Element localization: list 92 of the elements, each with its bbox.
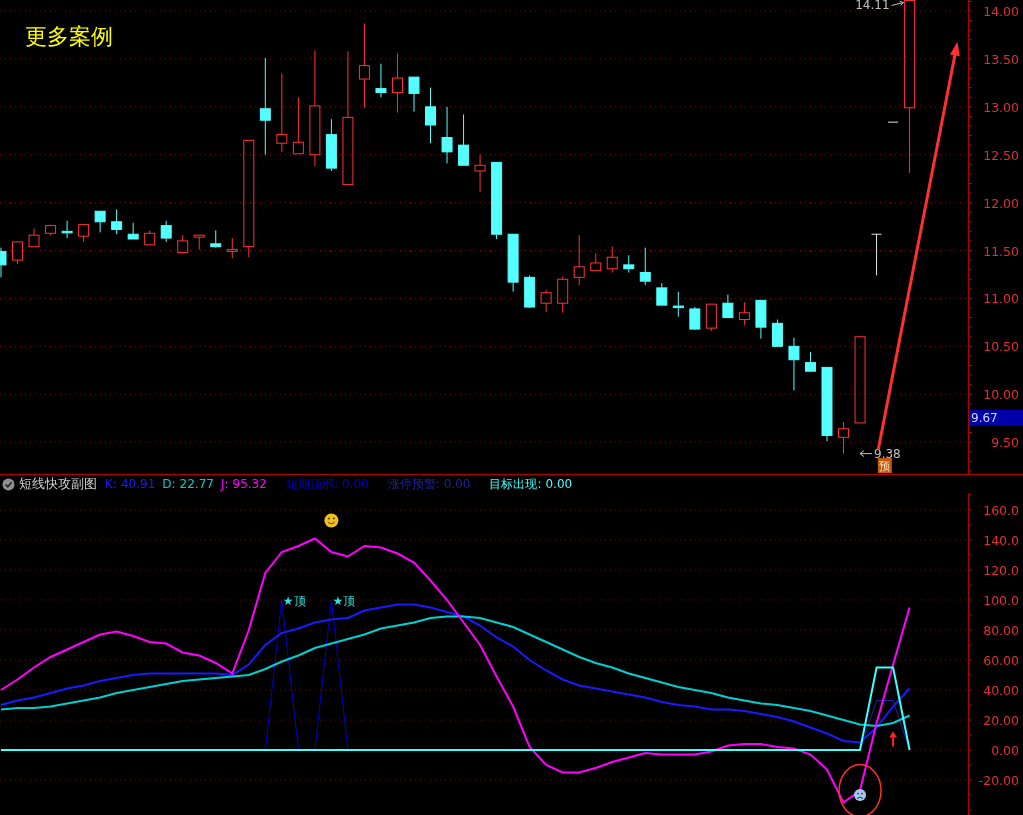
candlestick [210, 229, 222, 249]
smiley-face-icon [324, 513, 339, 528]
sad-face-icon [854, 789, 867, 802]
candlestick [771, 319, 783, 347]
candlestick [292, 96, 304, 155]
indicator-title[interactable]: 短线快攻副图 [19, 475, 97, 493]
axis-label: -20.00 [978, 773, 1019, 789]
candlestick [838, 421, 849, 455]
axis-label: 11.50 [983, 243, 1019, 259]
current-price-tag: 9.67 [969, 409, 1023, 426]
legend-name: 短期顶部: [285, 475, 338, 493]
candlestick [805, 351, 816, 372]
candlestick [689, 306, 701, 331]
legend-value: 0.00 [443, 477, 471, 491]
candlestick [111, 208, 123, 235]
candlestick [45, 224, 57, 236]
candlestick [606, 246, 618, 274]
axis-label: 140.0 [983, 532, 1019, 548]
candlestick [160, 220, 172, 243]
candlestick [375, 63, 387, 98]
candlestick [524, 274, 536, 309]
top-signal-label: ★顶 [282, 594, 306, 608]
high-price-label: 14.11 [855, 0, 890, 13]
axis-label: 160.0 [983, 502, 1019, 518]
candlestick [226, 237, 238, 259]
candlestick [325, 118, 337, 172]
candlestick [557, 275, 569, 314]
candlestick [573, 234, 585, 286]
candlestick [28, 228, 40, 248]
candlestick [144, 229, 156, 246]
candlestick [590, 252, 602, 272]
candlestick [623, 254, 635, 274]
forecast-level-marker [887, 121, 899, 123]
candlestick [540, 289, 552, 313]
candlestick [127, 222, 139, 240]
candlestick [78, 224, 90, 243]
pointer-arrow [859, 450, 873, 458]
candlestick [61, 220, 73, 239]
candlestick [788, 337, 800, 391]
axis-label: 60.00 [983, 653, 1019, 668]
legend-value: 0.00 [341, 477, 369, 491]
axis-label: 100.0 [983, 593, 1019, 608]
legend-name: 目标出现: [489, 475, 542, 493]
axis-label: 10.00 [983, 387, 1019, 403]
candlestick [722, 294, 734, 319]
axis-label: 12.00 [983, 195, 1019, 211]
legend-name: K: [105, 477, 117, 491]
low-price-label: 9.38 [874, 446, 901, 461]
axis-label: 40.00 [983, 683, 1019, 698]
pointer-arrow [891, 1, 905, 6]
candlestick [755, 299, 767, 340]
candlestick [738, 301, 750, 326]
axis-label: 12.50 [983, 147, 1019, 163]
axis-label: 10.50 [983, 339, 1019, 355]
legend-name: D: [162, 477, 176, 491]
candlestick [458, 114, 470, 166]
candlestick [392, 52, 403, 114]
legend-value: 95.32 [232, 477, 267, 491]
overlay-label[interactable]: 更多案例 [25, 24, 113, 49]
axis-label: 80.00 [983, 623, 1019, 638]
up-arrow-icon [889, 731, 898, 748]
candlestick [177, 234, 189, 253]
axis-label: 0.00 [991, 743, 1019, 759]
candlestick [12, 241, 23, 265]
candlestick [639, 247, 651, 286]
axis-label: 20.00 [983, 713, 1019, 728]
candlestick [408, 76, 420, 113]
axis-label: 11.00 [983, 291, 1019, 307]
candlestick [507, 233, 519, 293]
forecast-range-marker [871, 233, 883, 276]
legend-value: 22.77 [179, 477, 214, 491]
candlestick [94, 210, 106, 233]
axis-label: 120.0 [983, 562, 1019, 578]
candlestick [672, 291, 684, 318]
candlestick [0, 247, 7, 278]
candlestick [425, 87, 436, 144]
candlestick [193, 234, 205, 251]
candlestick [474, 154, 486, 193]
candlestick [441, 106, 453, 164]
legend-value: 0.00 [545, 477, 573, 491]
axis-label: 13.00 [983, 99, 1019, 115]
candlestick [656, 282, 668, 306]
top-signal-label: ★顶 [332, 594, 356, 608]
axis-label: 13.50 [983, 51, 1019, 67]
forecast-badge: 预 [877, 458, 892, 474]
legend-name: 涨停预警: [387, 475, 440, 493]
legend-name: J: [220, 477, 229, 491]
check-circle-icon[interactable] [2, 477, 15, 491]
axis-label: 9.50 [991, 435, 1019, 451]
axis-label: 14.00 [983, 4, 1019, 19]
candlestick [705, 303, 717, 332]
legend-value: 40.91 [120, 477, 156, 491]
